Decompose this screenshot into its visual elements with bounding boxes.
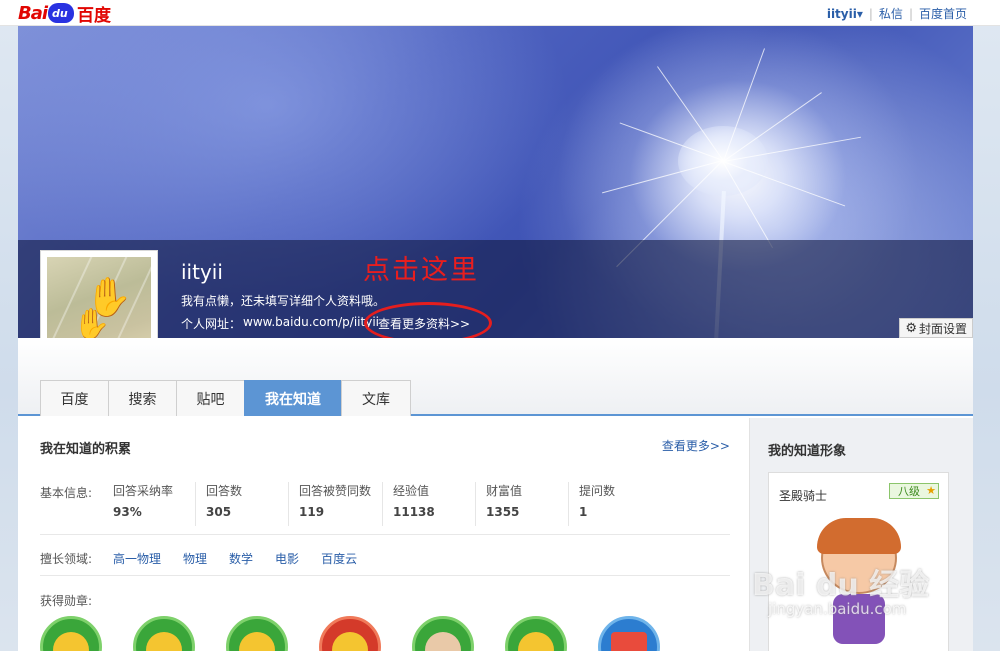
user-menu-link[interactable]: iityii▾ [827,7,863,21]
stat-label: 提问数 [579,484,616,498]
stat-wealth: 财富值 1355 [475,482,522,526]
top-bar: Bai du 百度 iityii▾ | 私信 | 百度首页 [0,0,1000,26]
fields-label: 擅长领域: [40,552,93,566]
expertise-fields: 擅长领域: 高一物理 物理 数学 电影 百度云 [40,550,379,567]
stat-label: 回答采纳率 [113,484,174,498]
medal-icon[interactable] [40,616,102,651]
cover-image [18,26,973,338]
level-badge: 八级 ★ [889,483,939,499]
logo-cn-text: 百度 [77,5,112,26]
field-link[interactable]: 百度云 [321,550,357,567]
stat-experience: 经验值 11138 [382,482,435,526]
level-star-icon: ★ [926,484,936,497]
gear-icon: ⚙ [905,320,917,336]
stat-value: 1 [579,505,588,519]
medals-label: 获得勋章: [40,594,93,608]
stats-row: 基本信息: 回答采纳率 93% 回答数 305 回答被赞同数 119 经验值 1… [40,482,730,530]
homepage-label: 个人网址： [181,317,242,331]
level-label: 八级 [898,485,920,498]
cover-settings-button[interactable]: ⚙ 封面设置 [899,318,973,338]
stat-label: 财富值 [486,484,523,498]
image-panel-title: 我的知道形象 [768,444,847,459]
profile-info-band [18,240,973,338]
stat-label: 回答被赞同数 [299,484,372,498]
section-title: 我在知道的积累 [40,442,132,457]
separator: | [868,6,873,21]
hand-icon: ✋ [73,307,111,342]
stat-value: 1355 [486,505,520,519]
tab-tieba[interactable]: 贴吧 [176,380,245,416]
annotation-text: 点击这里 [363,255,479,286]
medals-list [40,616,691,651]
top-links: iityii▾ | 私信 | 百度首页 [827,5,967,22]
divider [40,534,730,535]
stat-label: 经验值 [393,484,430,498]
view-more-link[interactable]: 查看更多>> [662,437,730,454]
stat-questions: 提问数 1 [568,482,615,526]
tab-search[interactable]: 搜索 [108,380,177,416]
medal-icon[interactable] [598,616,660,651]
stat-value: 119 [299,505,325,519]
tab-baidu[interactable]: 百度 [40,380,109,416]
messages-link[interactable]: 私信 [879,5,903,22]
profile-intro: 我有点懒，还未填写详细个人资料哦。 [181,294,386,308]
tab-wenku[interactable]: 文库 [341,380,411,416]
stat-label: 回答数 [206,484,243,498]
baidu-home-link[interactable]: 百度首页 [919,5,967,22]
baidu-logo[interactable]: Bai du 百度 [18,2,112,26]
character-name: 圣殿骑士 [779,489,828,503]
zhidao-summary: 我在知道的积累 查看更多>> 基本信息: 回答采纳率 93% 回答数 305 回… [40,418,730,651]
field-link[interactable]: 电影 [275,550,299,567]
medal-icon[interactable] [319,616,381,651]
separator: | [908,6,913,21]
homepage-url-link[interactable]: www.baidu.com/p/iityii [243,315,379,332]
field-link[interactable]: 数学 [229,550,253,567]
medal-icon[interactable] [505,616,567,651]
medal-icon[interactable] [133,616,195,651]
profile-username: iityii [181,260,223,284]
field-link[interactable]: 高一物理 [113,550,161,567]
cover-settings-label: 封面设置 [918,321,967,336]
field-link[interactable]: 物理 [183,550,207,567]
logo-text: Bai [18,2,48,24]
stat-answers: 回答数 305 [195,482,242,526]
stat-adoption-rate: 回答采纳率 93% [103,482,173,526]
stat-value: 11138 [393,505,435,519]
stat-approvals: 回答被赞同数 119 [288,482,371,526]
divider [40,575,730,576]
medal-icon[interactable] [226,616,288,651]
tab-zhidao[interactable]: 我在知道 [244,380,342,416]
profile-page: ✋ ✋ iityii 我有点懒，还未填写详细个人资料哦。 个人网址： www.b… [18,26,973,651]
basic-info-label: 基本信息: [40,486,93,500]
baidu-jingyan-watermark: Bai du 经验 jingyan.baidu.com [752,568,930,618]
profile-homepage: 个人网址： www.baidu.com/p/iityii [181,315,379,332]
paw-icon: du [48,3,75,23]
stat-value: 93% [113,505,142,519]
stat-value: 305 [206,505,232,519]
tab-bar: 百度 搜索 贴吧 我在知道 文库 [18,338,973,416]
medal-icon[interactable] [412,616,474,651]
